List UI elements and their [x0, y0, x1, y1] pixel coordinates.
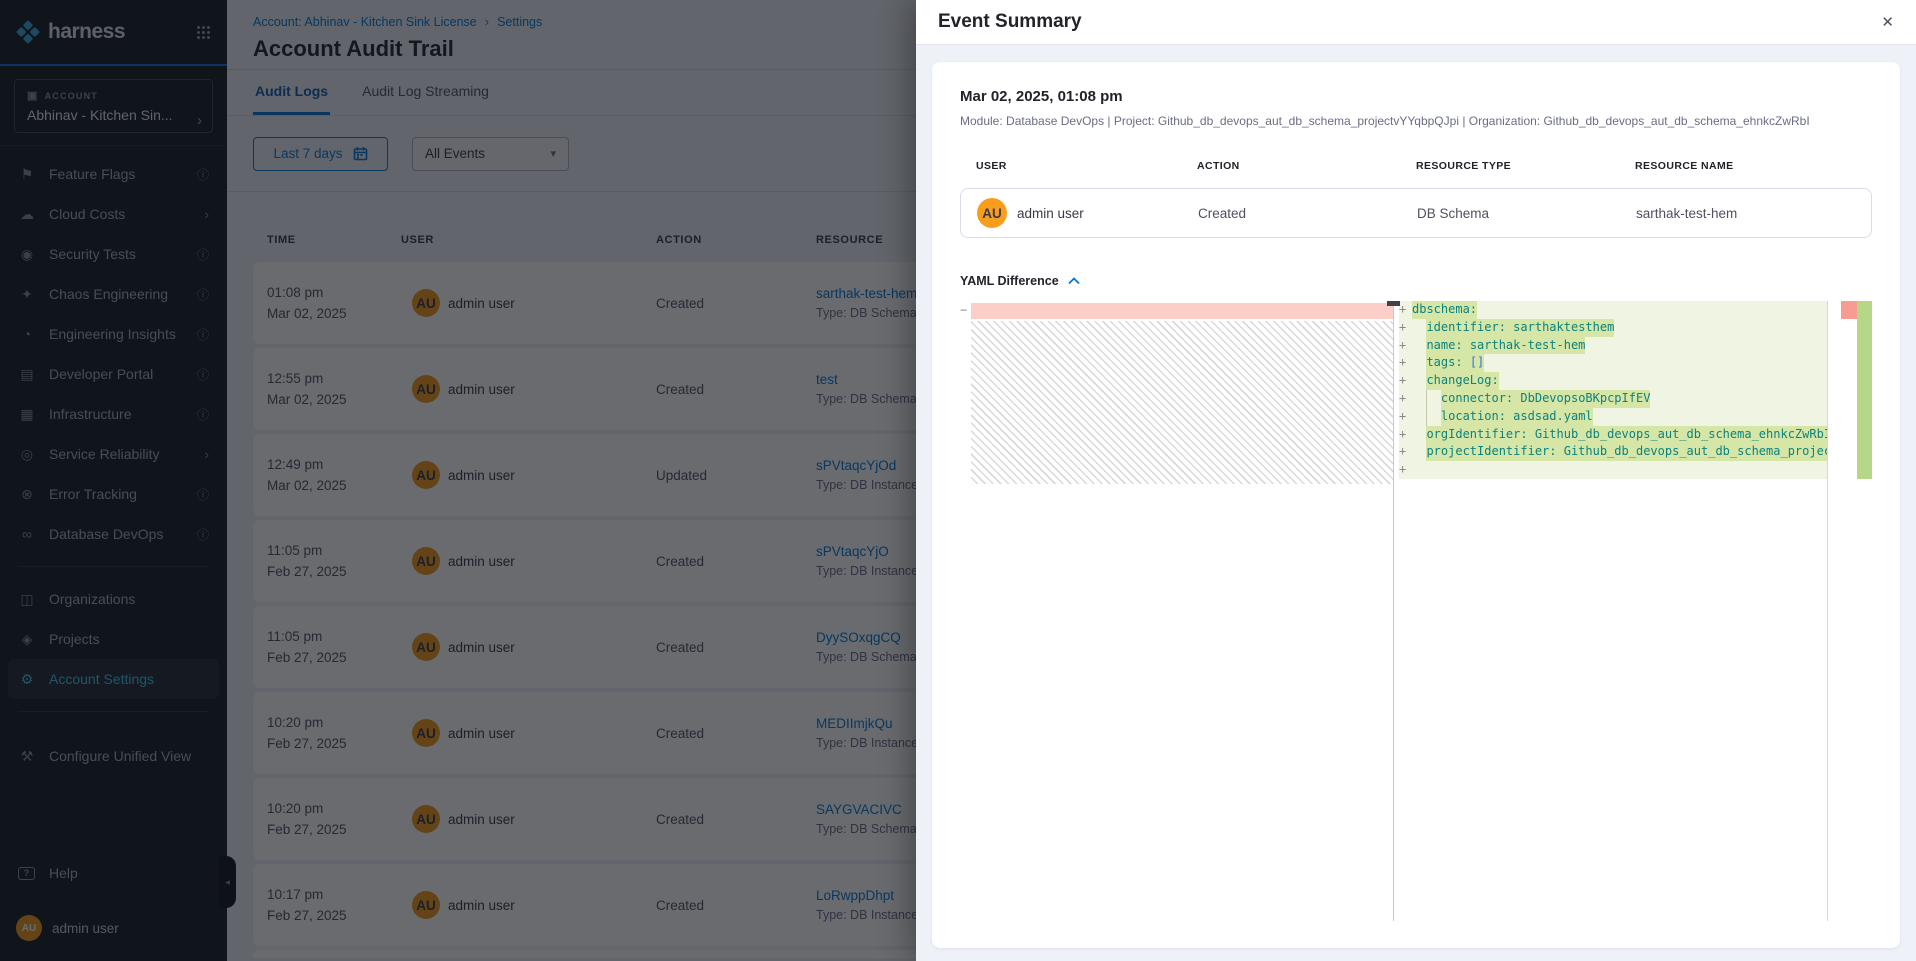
diff-added-marker: + [1399, 319, 1412, 337]
event-resource-type: DB Schema [1417, 206, 1636, 221]
diff-divider [1393, 301, 1394, 921]
diff-added-marker: + [1399, 354, 1412, 372]
avatar: AU [977, 198, 1007, 228]
diff-code: identifier: sarthaktesthem [1426, 319, 1614, 337]
yaml-key: tags: [1426, 355, 1462, 369]
diff-added-marker: + [1399, 301, 1412, 319]
yaml-value: Github_db_devops_aut_db_schema_ehnkcZwRb… [1535, 427, 1827, 441]
diff-added-lines: +dbschema:+ identifier: sarthaktesthem+ … [1399, 301, 1827, 479]
event-table-header: USERACTIONRESOURCE TYPERESOURCE NAME [960, 160, 1872, 172]
diff-removed-marker: − [960, 301, 971, 319]
diff-added-marker: + [1399, 426, 1412, 444]
event-meta: Module: Database DevOps | Project: Githu… [960, 114, 1872, 128]
drawer-body: Mar 02, 2025, 01:08 pm Module: Database … [916, 45, 1916, 961]
diff-added-marker: + [1399, 443, 1412, 461]
overview-ruler-added [1857, 301, 1872, 479]
event-table-row: AU admin user Created DB Schema sarthak-… [960, 188, 1872, 238]
close-icon[interactable]: ✕ [1881, 13, 1894, 31]
diff-scroll-marker [1387, 301, 1400, 306]
yaml-diff: − +dbschema:+ identifier: sarthaktesthem… [960, 301, 1872, 921]
event-action: Created [1198, 206, 1417, 221]
diff-added-marker: + [1399, 337, 1412, 355]
diff-right-edge [1827, 301, 1828, 921]
diff-added-line: + identifier: sarthaktesthem [1399, 319, 1827, 337]
diff-added-line: + tags: [] [1399, 354, 1827, 372]
diff-added-line: + changeLog: [1399, 372, 1827, 390]
diff-right-pane: +dbschema:+ identifier: sarthaktesthem+ … [1399, 301, 1827, 921]
diff-added-line: + projectIdentifier: Github_db_devops_au… [1399, 443, 1827, 461]
yaml-key: identifier: [1426, 320, 1505, 334]
diff-added-marker: + [1399, 461, 1412, 479]
event-user: admin user [1017, 206, 1084, 221]
diff-code: connector: DbDevopsoBKpcpIfEV [1441, 390, 1651, 408]
yaml-key: orgIdentifier: [1426, 427, 1527, 441]
diff-code: projectIdentifier: Github_db_devops_aut_… [1426, 443, 1827, 461]
diff-left-pane [971, 301, 1393, 921]
event-resource-name: sarthak-test-hem [1636, 206, 1871, 221]
diff-code: location: asdsad.yaml [1441, 408, 1593, 426]
yaml-difference-toggle[interactable]: YAML Difference [960, 274, 1872, 288]
diff-added-marker: + [1399, 390, 1412, 408]
diff-added-line: + location: asdsad.yaml [1399, 408, 1827, 426]
diff-added-line: + orgIdentifier: Github_db_devops_aut_db… [1399, 426, 1827, 444]
yaml-key: dbschema: [1412, 302, 1477, 316]
column-header: USER [976, 160, 1197, 172]
diff-code: tags: [] [1426, 354, 1484, 372]
yaml-value: [] [1470, 355, 1484, 369]
diff-code: name: sarthak-test-hem [1426, 337, 1585, 355]
yaml-value: sarthaktesthem [1513, 320, 1614, 334]
event-card: Mar 02, 2025, 01:08 pm Module: Database … [932, 62, 1900, 948]
yaml-value: DbDevopsoBKpcpIfEV [1520, 391, 1650, 405]
yaml-value: asdsad.yaml [1513, 409, 1592, 423]
diff-code: dbschema: [1412, 301, 1477, 319]
diff-added-line: + [1399, 461, 1827, 479]
chevron-up-icon [1068, 277, 1080, 285]
yaml-value: sarthak-test-hem [1470, 338, 1586, 352]
diff-added-line: +dbschema: [1399, 301, 1827, 319]
diff-empty-hatch [971, 321, 1393, 484]
column-header: RESOURCE TYPE [1416, 160, 1635, 172]
event-summary-drawer: Event Summary ✕ Mar 02, 2025, 01:08 pm M… [916, 0, 1916, 961]
drawer-title: Event Summary [938, 11, 1082, 33]
diff-code: orgIdentifier: Github_db_devops_aut_db_s… [1426, 426, 1827, 444]
event-table: USERACTIONRESOURCE TYPERESOURCE NAME AU … [960, 160, 1872, 238]
yaml-key: name: [1426, 338, 1462, 352]
diff-code: changeLog: [1426, 372, 1498, 390]
drawer-header: Event Summary ✕ [916, 0, 1916, 45]
diff-added-marker: + [1399, 408, 1412, 426]
diff-added-marker: + [1399, 372, 1412, 390]
indent-guide [1426, 390, 1427, 426]
yaml-key: changeLog: [1426, 373, 1498, 387]
event-datetime: Mar 02, 2025, 01:08 pm [960, 88, 1872, 105]
diff-removed-line [971, 303, 1393, 319]
diff-added-line: + name: sarthak-test-hem [1399, 337, 1827, 355]
overview-ruler-removed [1841, 301, 1857, 319]
column-header: ACTION [1197, 160, 1416, 172]
column-header: RESOURCE NAME [1635, 160, 1872, 172]
diff-added-line: + connector: DbDevopsoBKpcpIfEV [1399, 390, 1827, 408]
yaml-key: projectIdentifier: [1426, 444, 1556, 458]
yaml-value: Github_db_devops_aut_db_schema_projectvY… [1564, 444, 1827, 458]
yaml-key: location: [1441, 409, 1506, 423]
yaml-key: connector: [1441, 391, 1513, 405]
yaml-difference-label: YAML Difference [960, 274, 1059, 288]
